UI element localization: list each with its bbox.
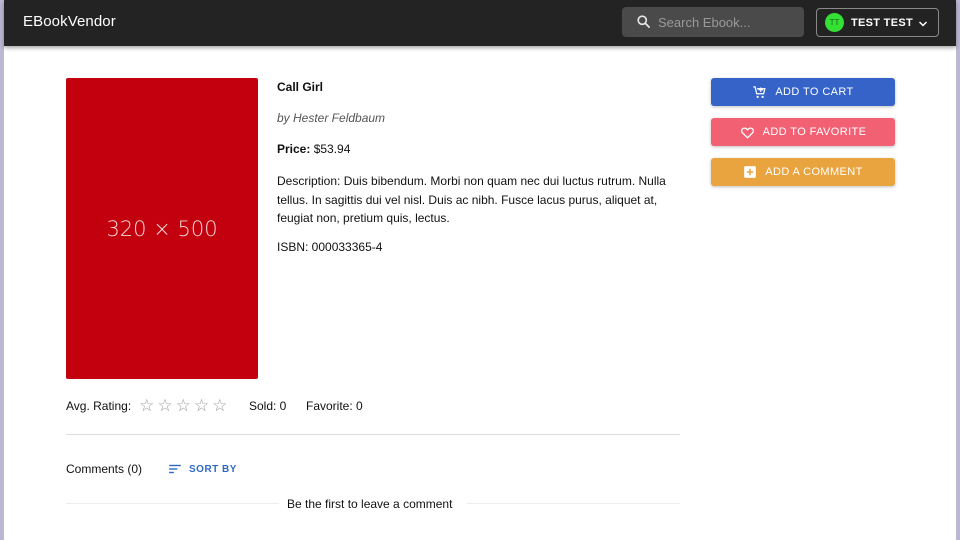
price-label: Price:	[277, 142, 311, 156]
star-icon[interactable]: ☆	[176, 397, 191, 414]
chevron-down-icon	[918, 21, 928, 27]
empty-comments-message: Be the first to leave a comment	[287, 497, 453, 511]
section-divider	[66, 434, 680, 435]
book-cover-image: 320 × 500	[66, 78, 258, 379]
book-description: Description: Duis bibendum. Morbi non qu…	[277, 174, 666, 225]
heart-outline-icon	[740, 127, 754, 139]
brand-logo[interactable]: EBookVendor	[23, 13, 116, 30]
book-price: Price: $53.94	[277, 142, 350, 156]
book-author: by Hester Feldbaum	[277, 111, 386, 125]
empty-divider-left	[66, 503, 279, 504]
star-icon[interactable]: ☆	[157, 397, 172, 414]
sort-icon	[169, 464, 181, 474]
rating-label: Avg. Rating:	[66, 399, 132, 413]
sort-by-label: SORT BY	[189, 463, 237, 475]
add-to-favorite-label: ADD TO FAVORITE	[762, 126, 867, 138]
sort-by-button[interactable]: SORT BY	[168, 463, 237, 475]
add-to-cart-button[interactable]: ADD TO CART	[711, 78, 895, 106]
favorite-count: Favorite: 0	[306, 399, 363, 413]
sold-count: Sold: 0	[249, 399, 287, 413]
star-icon[interactable]: ☆	[212, 397, 227, 414]
book-isbn: ISBN: 000033365-4	[277, 240, 383, 254]
add-comment-button[interactable]: ADD A COMMENT	[711, 158, 895, 186]
comments-heading: Comments (0)	[66, 462, 143, 476]
search-input[interactable]	[658, 7, 800, 37]
price-value: $53.94	[313, 142, 351, 156]
add-box-icon	[744, 166, 757, 178]
search-box[interactable]	[622, 7, 804, 37]
avg-rating: Avg. Rating: ☆ ☆ ☆ ☆ ☆	[66, 397, 227, 414]
user-menu-button[interactable]: TT TEST TEST	[816, 8, 939, 37]
star-icon[interactable]: ☆	[139, 397, 154, 414]
rating-stars[interactable]: ☆ ☆ ☆ ☆ ☆	[139, 397, 227, 414]
book-title: Call Girl	[277, 80, 324, 94]
cart-add-icon	[753, 85, 766, 98]
avatar: TT	[825, 13, 844, 32]
cover-placeholder-text: 320 × 500	[106, 216, 218, 241]
add-comment-label: ADD A COMMENT	[765, 166, 863, 178]
add-to-favorite-button[interactable]: ADD TO FAVORITE	[711, 118, 895, 146]
empty-divider-right	[467, 503, 680, 504]
star-icon[interactable]: ☆	[194, 397, 209, 414]
search-icon	[637, 15, 650, 28]
add-to-cart-label: ADD TO CART	[775, 86, 854, 98]
top-app-bar: EBookVendor TT TEST TEST	[4, 0, 956, 46]
user-name: TEST TEST	[851, 17, 913, 29]
